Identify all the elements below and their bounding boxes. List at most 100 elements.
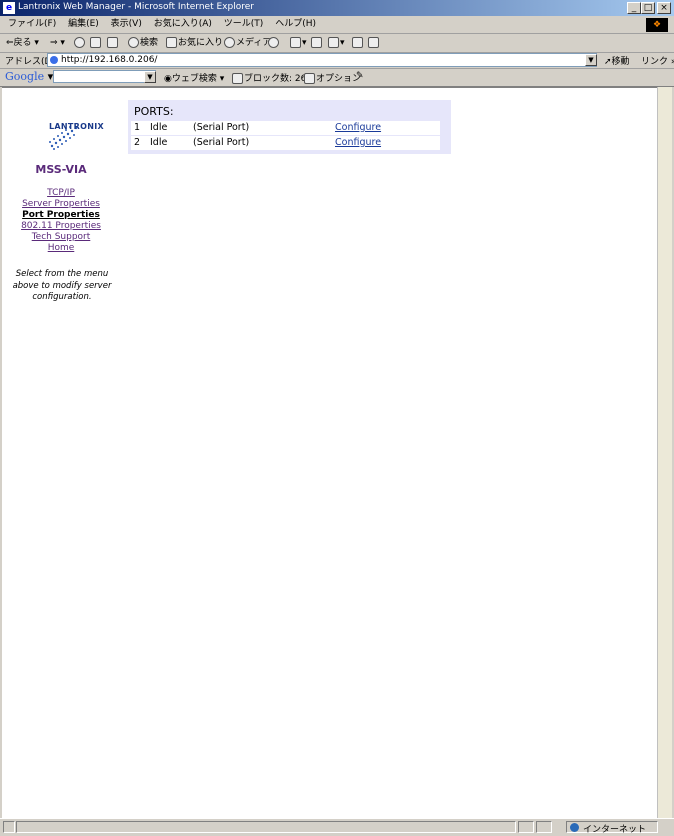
menu-file[interactable]: ファイル(F) xyxy=(8,19,56,29)
nav-link-tech-support[interactable]: Tech Support xyxy=(2,232,120,242)
print-icon xyxy=(311,37,322,48)
menu-view[interactable]: 表示(V) xyxy=(111,19,142,29)
google-toolbar: Google ▾ ▼ ◉ウェブ検索 ▾ ブロック数: 26 オプション ✎ xyxy=(0,68,674,87)
messenger-icon xyxy=(368,37,379,48)
brand-name: LANTRONIX xyxy=(49,122,104,131)
highlight-pen-icon[interactable]: ✎ xyxy=(356,71,364,81)
print-button[interactable] xyxy=(311,34,323,52)
forward-arrow-icon: ⇒ ▾ xyxy=(50,38,65,48)
status-progress xyxy=(518,821,534,833)
address-input[interactable] xyxy=(47,53,597,67)
search-button[interactable]: 検索 xyxy=(128,34,158,52)
popup-blocker-icon xyxy=(232,73,243,84)
configure-port-1-link[interactable]: Configure xyxy=(335,122,381,133)
zone-label: インターネット xyxy=(583,825,647,835)
vertical-scrollbar[interactable] xyxy=(657,87,672,818)
port-number: 2 xyxy=(134,137,141,148)
favorites-icon xyxy=(166,37,177,48)
search-label: 検索 xyxy=(140,38,159,48)
popup-blocked-label: ブロック数: 26 xyxy=(244,74,307,84)
back-button[interactable]: ⇐戻る ▾ xyxy=(6,34,39,52)
page-viewport: LANTRONIX MSS-VIA TCP/IP Server Properti… xyxy=(2,87,671,818)
address-bar: アドレス(D) ▼ ➚移動 リンク » xyxy=(0,52,674,69)
windows-logo-icon: ❖ xyxy=(646,18,668,32)
menu-favorites[interactable]: お気に入り(A) xyxy=(154,19,212,29)
status-bar: インターネット xyxy=(0,818,674,836)
maximize-button[interactable]: □ xyxy=(641,2,655,14)
ports-panel: PORTS: 1 Idle (Serial Port) Configure 2 … xyxy=(128,100,451,154)
back-arrow-icon: ⇐ xyxy=(6,38,14,48)
home-button[interactable] xyxy=(107,34,119,52)
port-status: Idle xyxy=(150,122,168,133)
status-message xyxy=(16,821,516,833)
media-icon xyxy=(224,37,235,48)
ports-title: PORTS: xyxy=(134,105,174,118)
port-status: Idle xyxy=(150,137,168,148)
window-title-bar[interactable]: e Lantronix Web Manager - Microsoft Inte… xyxy=(0,0,674,16)
product-name: MSS-VIA xyxy=(35,163,87,176)
google-logo-text: Google xyxy=(5,70,45,83)
help-text: Select from the menu above to modify ser… xyxy=(12,269,112,302)
menu-edit[interactable]: 編集(E) xyxy=(68,19,99,29)
google-search-icon: ◉ xyxy=(164,74,172,84)
popup-blocker-button[interactable]: ブロック数: 26 xyxy=(232,71,306,84)
nav-link-tcp-ip[interactable]: TCP/IP xyxy=(2,188,120,198)
links-button[interactable]: リンク » xyxy=(641,54,674,67)
google-logo[interactable]: Google ▾ xyxy=(5,70,53,83)
edit-icon xyxy=(328,37,339,48)
port-row: 1 Idle (Serial Port) Configure xyxy=(131,121,440,135)
home-icon xyxy=(107,37,118,48)
page-icon xyxy=(50,56,58,64)
edit-button[interactable]: ▾ xyxy=(328,34,345,52)
google-search-dropdown[interactable]: ▼ xyxy=(144,71,156,83)
media-button[interactable]: メディア xyxy=(224,34,271,52)
port-type: (Serial Port) xyxy=(193,122,250,133)
nav-link-port-properties[interactable]: Port Properties xyxy=(2,210,120,220)
web-search-button[interactable]: ◉ウェブ検索 ▾ xyxy=(164,71,224,84)
ie-icon: e xyxy=(3,2,15,14)
options-icon xyxy=(304,73,315,84)
stop-icon xyxy=(74,37,85,48)
search-icon xyxy=(128,37,139,48)
port-number: 1 xyxy=(134,122,141,133)
window-title: Lantronix Web Manager - Microsoft Intern… xyxy=(18,2,254,12)
options-label: オプション xyxy=(316,74,362,84)
status-page-icon xyxy=(3,821,15,833)
menu-tools[interactable]: ツール(T) xyxy=(224,19,264,29)
history-icon xyxy=(268,37,279,48)
go-button[interactable]: ➚移動 xyxy=(604,54,630,67)
mail-icon xyxy=(290,37,301,48)
web-search-label: ウェブ検索 xyxy=(171,74,217,84)
port-type: (Serial Port) xyxy=(193,137,250,148)
favorites-button[interactable]: お気に入り xyxy=(166,34,223,52)
menu-help[interactable]: ヘルプ(H) xyxy=(275,19,316,29)
toolbar: ⇐戻る ▾ ⇒ ▾ 検索 お気に入り メディア ▾ ▾ xyxy=(0,34,674,53)
forward-button[interactable]: ⇒ ▾ xyxy=(50,34,65,52)
messenger-button[interactable] xyxy=(368,34,380,52)
back-label: 戻る xyxy=(13,38,32,48)
menu-bar: ファイル(F) 編集(E) 表示(V) お気に入り(A) ツール(T) ヘルプ(… xyxy=(0,16,674,34)
stop-button[interactable] xyxy=(74,34,86,52)
port-row: 2 Idle (Serial Port) Configure xyxy=(131,136,440,150)
nav-link-home[interactable]: Home xyxy=(2,243,120,253)
minimize-button[interactable]: _ xyxy=(627,2,641,14)
configure-port-2-link[interactable]: Configure xyxy=(335,137,381,148)
internet-zone-icon xyxy=(570,823,579,832)
refresh-icon xyxy=(90,37,101,48)
history-button[interactable] xyxy=(268,34,280,52)
lantronix-logo: LANTRONIX xyxy=(19,122,109,156)
go-label: 移動 xyxy=(611,57,630,67)
refresh-button[interactable] xyxy=(90,34,102,52)
address-dropdown-button[interactable]: ▼ xyxy=(585,54,597,66)
nav-link-80211-properties[interactable]: 802.11 Properties xyxy=(2,221,120,231)
discuss-icon xyxy=(352,37,363,48)
media-label: メディア xyxy=(236,38,272,48)
discuss-button[interactable] xyxy=(352,34,364,52)
options-button[interactable]: オプション xyxy=(304,71,361,84)
favorites-label: お気に入り xyxy=(178,38,224,48)
close-button[interactable]: × xyxy=(657,2,671,14)
mail-button[interactable]: ▾ xyxy=(290,34,307,52)
go-arrow-icon: ➚ xyxy=(604,57,612,67)
google-search-input[interactable] xyxy=(53,70,156,83)
nav-link-server-properties[interactable]: Server Properties xyxy=(2,199,120,209)
